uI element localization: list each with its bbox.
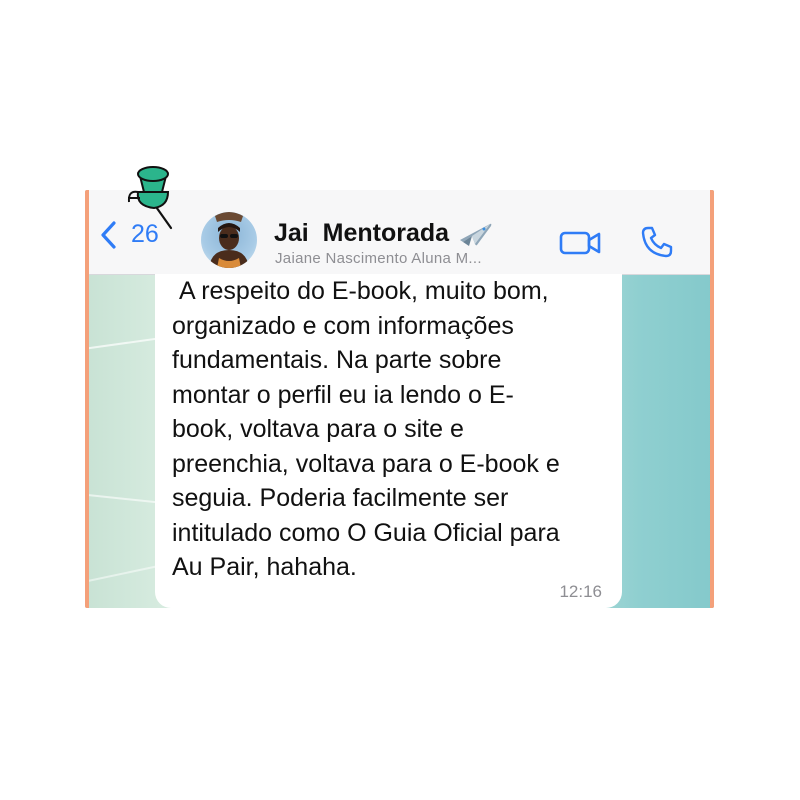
frame-edge-right bbox=[710, 190, 714, 608]
phone-icon[interactable] bbox=[639, 224, 675, 260]
avatar-photo bbox=[209, 212, 249, 268]
chat-screenshot-card: 26 Jai Mentorada Jaiane Nascimento Aluna… bbox=[85, 190, 714, 608]
pushpin-icon bbox=[127, 166, 173, 230]
contact-subtitle: Jaiane Nascimento Aluna M... bbox=[275, 250, 482, 267]
chevron-left-icon bbox=[101, 220, 116, 249]
message-bubble[interactable]: A respeito do E-book, muito bom, organiz… bbox=[155, 274, 622, 608]
avatar[interactable] bbox=[201, 212, 257, 268]
airplane-emoji-icon bbox=[460, 223, 492, 246]
message-text: A respeito do E-book, muito bom, organiz… bbox=[172, 277, 560, 581]
video-camera-icon[interactable] bbox=[559, 228, 603, 258]
contact-name-text: Jai Mentorada bbox=[274, 218, 450, 247]
contact-name[interactable]: Jai Mentorada bbox=[274, 218, 493, 248]
message-timestamp: 12:16 bbox=[559, 582, 602, 601]
